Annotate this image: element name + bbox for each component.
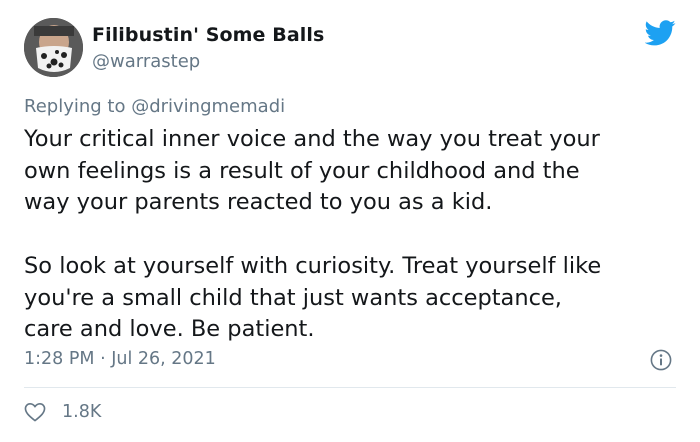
tweet-card: Filibustin' Some Balls @warrastep Replyi… xyxy=(0,0,700,442)
replying-to-prefix: Replying to xyxy=(24,96,132,117)
twitter-bird-icon[interactable] xyxy=(645,20,676,46)
like-count: 1.8K xyxy=(62,402,102,422)
author-handle[interactable]: @warrastep xyxy=(92,51,200,72)
author-display-name[interactable]: Filibustin' Some Balls xyxy=(92,24,324,46)
divider xyxy=(24,387,676,388)
replying-to: Replying to @drivingmemadi xyxy=(24,96,285,117)
replying-to-mention[interactable]: @drivingmemadi xyxy=(131,96,285,117)
tweet-timestamp[interactable]: 1:28 PM · Jul 26, 2021 xyxy=(24,349,216,369)
heart-icon[interactable] xyxy=(24,402,46,422)
avatar[interactable] xyxy=(24,18,83,77)
like-button[interactable]: 1.8K xyxy=(24,400,101,424)
info-icon[interactable] xyxy=(650,349,672,371)
avatar-icon xyxy=(24,18,83,77)
tweet-body: Your critical inner voice and the way yo… xyxy=(24,126,602,343)
